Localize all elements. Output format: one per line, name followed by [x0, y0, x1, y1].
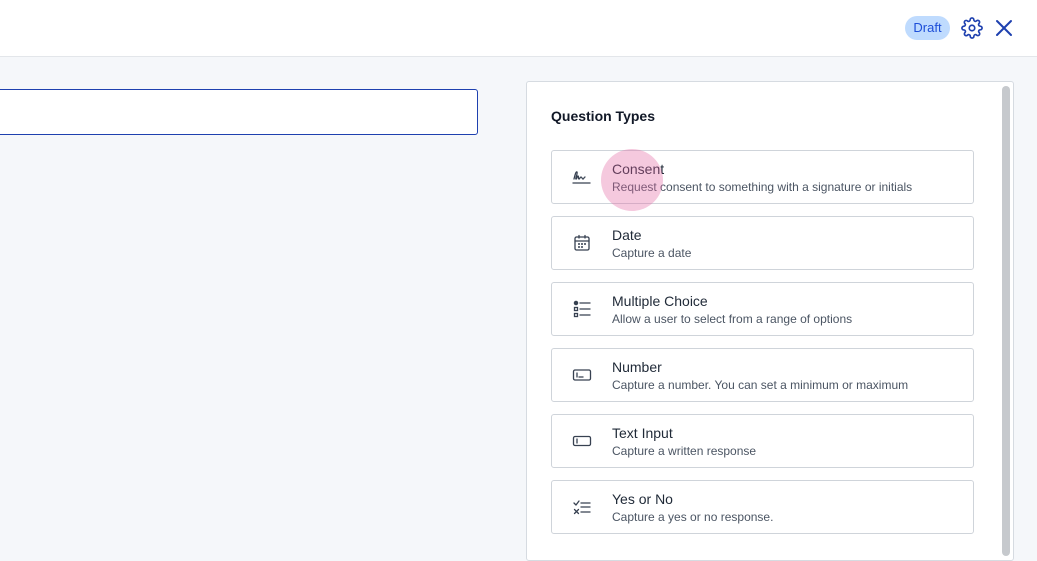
question-type-name: Consent — [612, 161, 665, 177]
question-type-name: Date — [612, 227, 642, 243]
question-type-name: Yes or No — [612, 491, 673, 507]
question-type-name: Number — [612, 359, 662, 375]
question-type-list: Consent Request consent to something wit… — [551, 150, 975, 546]
question-types-panel: Question Types Consent Request consent t… — [526, 81, 1014, 561]
question-type-date[interactable]: Date Capture a date — [551, 216, 974, 270]
signature-icon — [572, 167, 592, 187]
scrollbar-thumb[interactable] — [1002, 86, 1010, 556]
question-type-name: Multiple Choice — [612, 293, 708, 309]
question-type-description: Capture a date — [612, 246, 692, 260]
gear-icon[interactable] — [961, 17, 983, 39]
question-type-number[interactable]: Number Capture a number. You can set a m… — [551, 348, 974, 402]
question-type-description: Request consent to something with a sign… — [612, 180, 913, 194]
panel-scrollbar[interactable] — [1002, 86, 1010, 556]
top-bar: Draft — [0, 0, 1037, 57]
number-input-icon — [572, 365, 592, 385]
question-type-multiple-choice[interactable]: Multiple Choice Allow a user to select f… — [551, 282, 974, 336]
question-type-text-input[interactable]: Text Input Capture a written response — [551, 414, 974, 468]
question-type-name: Text Input — [612, 425, 673, 441]
question-type-description: Capture a yes or no response. — [612, 510, 774, 524]
close-icon[interactable] — [993, 17, 1015, 39]
question-type-description: Capture a written response — [612, 444, 757, 458]
calendar-icon — [572, 233, 592, 253]
question-type-consent[interactable]: Consent Request consent to something wit… — [551, 150, 974, 204]
text-input-icon — [572, 431, 592, 451]
yes-no-icon — [572, 497, 592, 517]
question-title-input[interactable] — [0, 89, 478, 135]
panel-title: Question Types — [551, 108, 655, 124]
question-type-yes-or-no[interactable]: Yes or No Capture a yes or no response. — [551, 480, 974, 534]
list-options-icon — [572, 299, 592, 319]
status-badge: Draft — [905, 16, 950, 40]
question-type-description: Allow a user to select from a range of o… — [612, 312, 853, 326]
question-type-description: Capture a number. You can set a minimum … — [612, 378, 909, 392]
